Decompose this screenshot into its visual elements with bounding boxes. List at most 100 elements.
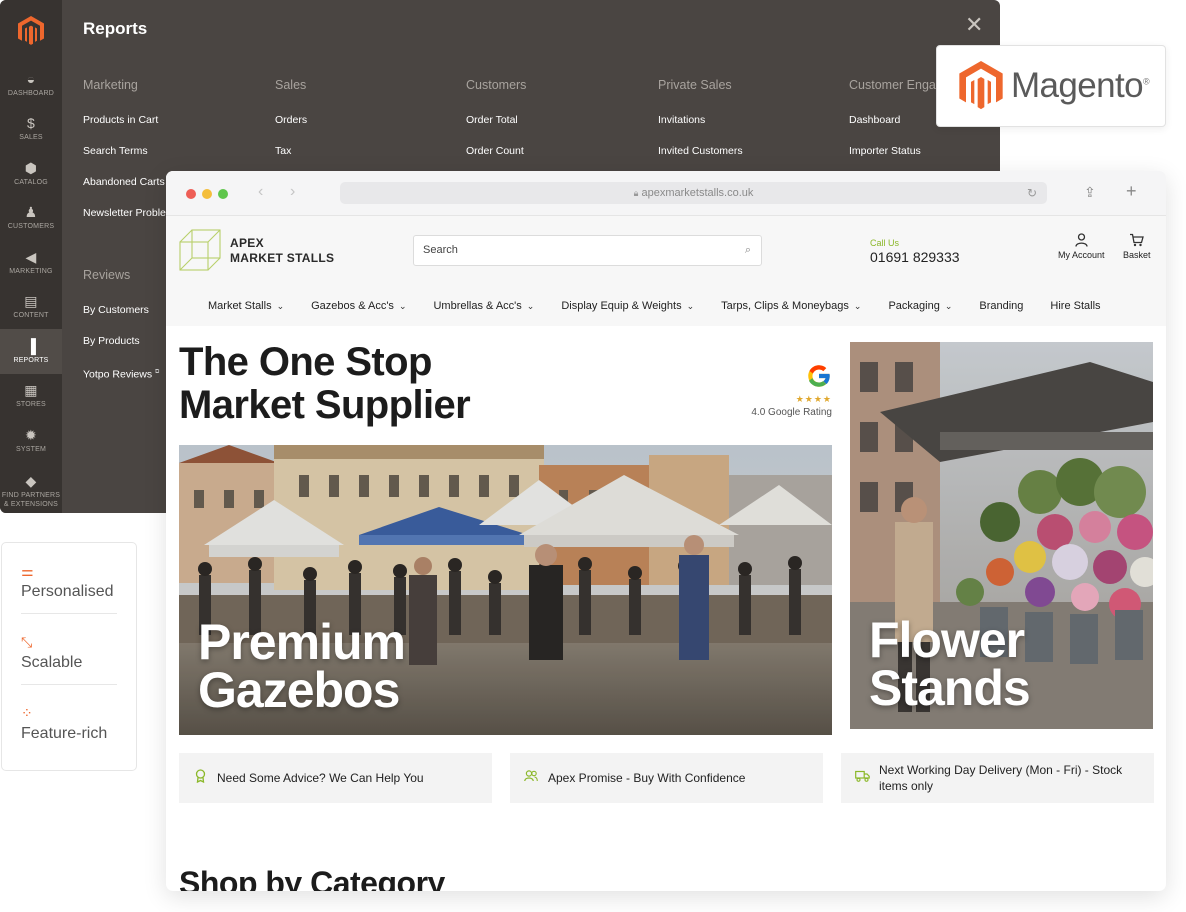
new-tab-icon[interactable]: + <box>1126 181 1137 202</box>
gear-icon: ✹ <box>25 426 37 443</box>
rail-item-label: CUSTOMERS <box>7 223 55 231</box>
info-advice[interactable]: Need Some Advice? We Can Help You <box>179 753 492 803</box>
search-placeholder: Search <box>423 244 458 256</box>
rail-item-stores[interactable]: ▦ STORES <box>0 374 62 419</box>
feature-scalable: ⤡ Scalable <box>21 614 117 685</box>
magento-wordmark: Magento® <box>1011 66 1150 106</box>
admin-sidebar: ◒ DASHBOARD $ SALES ⬢ CATALOG ♟ CUSTOMERS ◀ MARKE… <box>0 0 62 513</box>
chevron-down-icon: ⌄ <box>526 301 535 311</box>
column-heading: Marketing <box>83 78 138 92</box>
back-arrow-icon[interactable]: ‹ <box>258 183 263 201</box>
nav-label: Display Equip & Weights <box>561 300 682 312</box>
chevron-down-icon: ⌄ <box>398 301 407 311</box>
nav-label: Market Stalls <box>208 300 272 312</box>
window-minimize-button[interactable] <box>202 189 212 199</box>
rail-item-dashboard[interactable]: ◒ DASHBOARD <box>0 62 62 107</box>
chevron-down-icon: ⌄ <box>853 301 862 311</box>
nav-hire-stalls[interactable]: Hire Stalls <box>1050 300 1100 312</box>
rail-item-system[interactable]: ✹ SYSTEM <box>0 418 62 463</box>
rail-item-sales[interactable]: $ SALES <box>0 107 62 152</box>
hero-headline: The One Stop Market Supplier <box>179 340 471 427</box>
report-link[interactable]: Products in Cart <box>83 113 263 144</box>
nav-gazebos[interactable]: Gazebos & Acc's ⌄ <box>311 300 406 312</box>
my-account-label: My Account <box>1058 250 1105 260</box>
features-card: ⚌ Personalised ⤡ Scalable ⁘ Feature-rich <box>1 542 137 771</box>
nav-packaging[interactable]: Packaging ⌄ <box>888 300 952 312</box>
rail-item-label: MARKETING <box>9 267 53 275</box>
search-icon[interactable]: ⌕ <box>745 236 751 265</box>
users-icon <box>524 770 538 786</box>
rail-item-content[interactable]: ▤ CONTENT <box>0 285 62 330</box>
chevron-down-icon: ⌄ <box>944 301 953 311</box>
rail-item-find-partners[interactable]: ◆ FIND PARTNERS & EXTENSIONS <box>0 463 62 514</box>
info-text: Next Working Day Delivery (Mon - Fri) - … <box>879 763 1123 793</box>
rail-item-label: SALES <box>19 134 43 142</box>
column-heading: Customers <box>466 78 527 92</box>
rail-item-customers[interactable]: ♟ CUSTOMERS <box>0 196 62 241</box>
megaphone-icon: ◀ <box>25 248 37 265</box>
rail-item-label: SYSTEM <box>16 445 46 453</box>
close-icon[interactable]: ✕ <box>965 14 983 36</box>
rail-item-catalog[interactable]: ⬢ CATALOG <box>0 151 62 196</box>
external-link-icon: ⧉ <box>155 369 160 375</box>
banner-a-line-1: Premium <box>198 614 406 670</box>
search-input[interactable]: Search ⌕ <box>413 235 762 266</box>
banner-flower-stands[interactable]: Flower Stands <box>850 342 1153 729</box>
report-column-sales: Sales Orders Tax <box>275 78 455 175</box>
nav-umbrellas[interactable]: Umbrellas & Acc's ⌄ <box>433 300 534 312</box>
rail-item-marketing[interactable]: ◀ MARKETING <box>0 240 62 285</box>
forward-arrow-icon[interactable]: › <box>290 183 295 201</box>
nav-display-equip[interactable]: Display Equip & Weights ⌄ <box>561 300 694 312</box>
window-close-button[interactable] <box>186 189 196 199</box>
banner-premium-gazebos[interactable]: Premium Gazebos <box>179 445 832 735</box>
basket-link[interactable]: Basket <box>1123 233 1151 260</box>
nav-label: Hire Stalls <box>1050 300 1101 312</box>
rail-item-label: CONTENT <box>13 312 49 320</box>
nav-label: Gazebos & Acc's <box>311 300 394 312</box>
main-navigation: Market Stalls ⌄ Gazebos & Acc's ⌄ Umbrella… <box>166 286 1166 326</box>
reports-menu-title: Reports <box>83 19 148 38</box>
rail-item-reports[interactable]: ▐ REPORTS <box>0 329 62 374</box>
my-account-link[interactable]: My Account <box>1058 233 1105 260</box>
magento-logo-icon <box>18 16 44 45</box>
sliders-icon: ⚌ <box>21 563 34 579</box>
dollar-icon: $ <box>27 115 35 132</box>
info-text: Need Some Advice? We Can Help You <box>217 771 424 785</box>
nav-tarps-clips[interactable]: Tarps, Clips & Moneybags ⌄ <box>721 300 861 312</box>
bar-chart-icon: ▐ <box>25 337 37 354</box>
column-heading: Private Sales <box>658 78 732 92</box>
truck-icon <box>855 770 870 786</box>
reload-icon[interactable]: ↻ <box>1027 182 1037 204</box>
report-link[interactable]: Order Total <box>466 113 646 144</box>
url-text: apexmarketstalls.co.uk <box>641 187 754 199</box>
info-delivery[interactable]: Next Working Day Delivery (Mon - Fri) - … <box>841 753 1154 803</box>
expand-arrows-icon: ⤡ <box>21 634 33 650</box>
basket-icon <box>1123 233 1151 250</box>
window-maximize-button[interactable] <box>218 189 228 199</box>
shop-by-category-heading: Shop by Category <box>179 865 445 891</box>
site-header: APEX MARKET STALLS Search ⌕ Call Us 0169… <box>166 216 1166 286</box>
magento-rail-logo[interactable] <box>0 0 62 62</box>
nav-branding[interactable]: Branding <box>979 300 1023 312</box>
share-icon[interactable]: ⇪ <box>1084 184 1096 201</box>
logo-text: APEX MARKET STALLS <box>230 236 334 266</box>
banner-b-line-1: Flower <box>869 612 1025 668</box>
registered-mark: ® <box>1143 76 1150 87</box>
feature-label: Feature-rich <box>21 725 108 742</box>
report-column-customers: Customers Order Total Order Count <box>466 78 646 175</box>
phone-number[interactable]: 01691 829333 <box>870 249 960 265</box>
apex-logo[interactable]: APEX MARKET STALLS <box>179 229 334 272</box>
basket-label: Basket <box>1123 250 1151 260</box>
user-icon <box>1058 233 1105 250</box>
hero-line-1: The One Stop <box>179 340 432 384</box>
award-icon <box>193 769 207 787</box>
report-link[interactable]: Invitations <box>658 113 838 144</box>
nav-market-stalls[interactable]: Market Stalls ⌄ <box>208 300 284 312</box>
nav-label: Umbrellas & Acc's <box>433 300 522 312</box>
address-bar[interactable]: 🔒︎ apexmarketstalls.co.uk ↻ <box>340 182 1047 204</box>
banner-a-heading: Premium Gazebos <box>198 614 406 715</box>
info-promise[interactable]: Apex Promise - Buy With Confidence <box>510 753 823 803</box>
logo-line-2: MARKET STALLS <box>230 250 335 265</box>
report-link[interactable]: Orders <box>275 113 455 144</box>
nav-label: Tarps, Clips & Moneybags <box>721 300 849 312</box>
